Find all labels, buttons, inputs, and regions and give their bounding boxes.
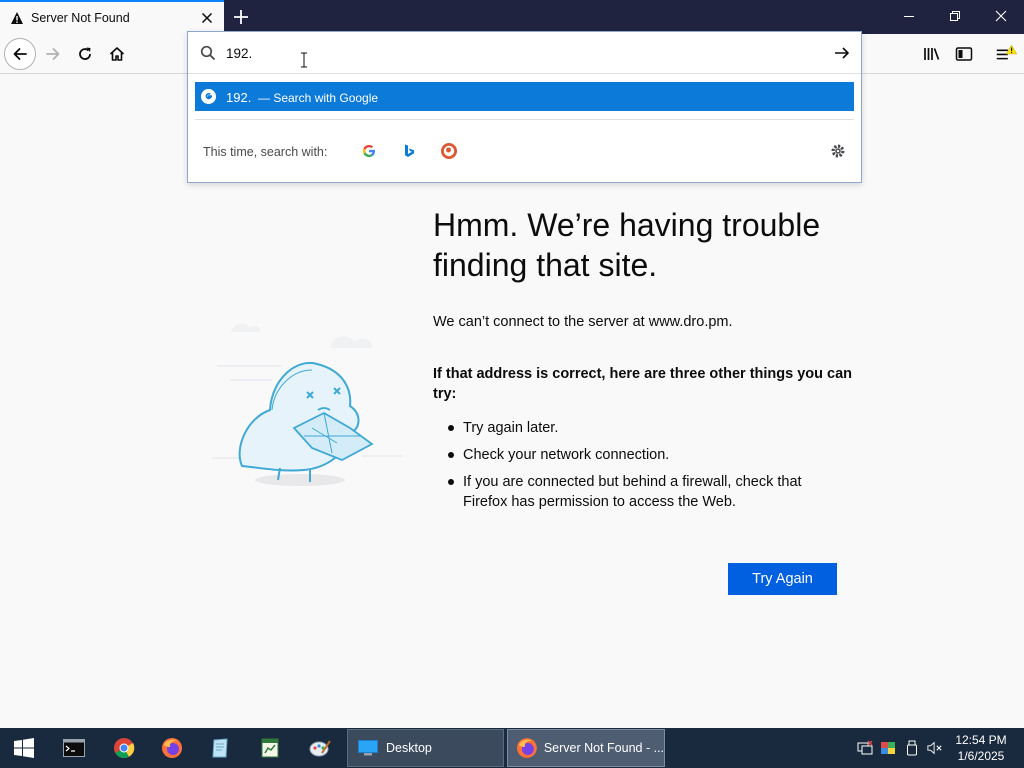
system-clock[interactable]: 12:54 PM 1/6/2025 — [950, 732, 1012, 764]
address-input-text[interactable]: 192. — [226, 46, 252, 61]
address-bar-dropdown: 192. 192. — Search with Google This time… — [187, 31, 862, 183]
reload-button[interactable] — [69, 38, 101, 70]
speaker-muted-icon — [927, 741, 942, 755]
tab-server-not-found[interactable]: Server Not Found — [0, 0, 224, 34]
spreadsheet-app[interactable] — [246, 728, 294, 768]
google-icon — [201, 89, 216, 104]
error-title: Hmm. We’re having trouble finding that s… — [433, 207, 821, 283]
tab-close-icon[interactable] — [199, 10, 215, 26]
one-off-search-label: This time, search with: — [203, 145, 328, 159]
title-bar: Server Not Found — [0, 0, 1024, 34]
hamburger-menu-icon — [996, 44, 1018, 60]
list-item: Try again later. — [448, 418, 838, 438]
try-again-button[interactable]: Try Again — [728, 563, 837, 595]
back-arrow-icon — [13, 48, 27, 60]
sidebar-toggle-button[interactable] — [952, 42, 976, 66]
taskbar-window-firefox[interactable]: Server Not Found - ... — [507, 729, 665, 767]
restore-icon — [950, 11, 960, 21]
home-button[interactable] — [101, 38, 133, 70]
search-engine-bing[interactable] — [400, 142, 418, 160]
clock-date: 1/6/2025 — [957, 749, 1005, 763]
sidebar-icon — [955, 47, 973, 61]
taskbar-window-label: Server Not Found - ... — [543, 741, 664, 755]
search-icon — [200, 45, 216, 61]
desktop-icon — [358, 740, 378, 756]
taskbar-window-label: Desktop — [386, 741, 432, 755]
menu-button[interactable] — [994, 42, 1018, 66]
usb-tray-icon[interactable] — [904, 740, 920, 756]
usb-drive-icon — [907, 740, 917, 756]
network-icon — [857, 740, 873, 755]
warning-icon — [11, 12, 23, 24]
chart-document-icon — [261, 738, 279, 758]
search-engine-google[interactable] — [360, 142, 378, 160]
back-button[interactable] — [4, 38, 36, 70]
library-icon — [924, 48, 940, 60]
chrome-icon — [114, 738, 135, 759]
firefox-icon — [516, 738, 537, 758]
error-message: We can’t connect to the server at www.dr… — [433, 314, 733, 330]
firefox-app[interactable] — [148, 728, 196, 768]
restore-button[interactable] — [932, 0, 978, 32]
library-button[interactable] — [920, 42, 944, 66]
suggestion-action-text: — Search with Google — [258, 91, 379, 105]
terminal-app[interactable] — [50, 728, 98, 768]
forward-arrow-icon — [46, 48, 60, 60]
list-item: If you are connected but behind a firewa… — [448, 472, 838, 512]
list-item: Check your network connection. — [448, 445, 838, 465]
color-tray-icon[interactable] — [880, 740, 896, 756]
search-settings-gear-icon[interactable] — [829, 142, 847, 160]
volume-tray-icon[interactable] — [927, 740, 943, 756]
home-icon — [109, 47, 125, 61]
divider — [195, 119, 854, 120]
go-arrow-icon[interactable] — [833, 44, 851, 62]
color-palette-icon — [881, 742, 895, 754]
clock-time: 12:54 PM — [955, 733, 1007, 747]
minimize-button[interactable] — [886, 0, 932, 32]
firefox-icon — [162, 738, 182, 758]
minimize-icon — [904, 16, 914, 17]
error-subtitle: If that address is correct, here are thr… — [433, 366, 853, 402]
close-icon — [995, 10, 1007, 22]
suggestion-typed-text: 192. — [226, 90, 252, 105]
network-tray-icon[interactable] — [857, 740, 873, 756]
taskbar: Desktop Server Not Found - ... 12:54 PM … — [0, 728, 1024, 768]
search-suggestion-row[interactable]: 192. — Search with Google — [195, 82, 854, 111]
notepad-icon — [212, 738, 228, 758]
suggestion-list: Try again later. Check your network conn… — [448, 418, 838, 519]
text-cursor-icon — [301, 52, 307, 68]
taskbar-window-desktop[interactable]: Desktop — [347, 729, 504, 767]
start-button[interactable] — [0, 728, 48, 768]
bing-icon — [405, 144, 414, 157]
terminal-icon — [63, 739, 85, 757]
error-illustration — [212, 318, 412, 493]
paint-app[interactable] — [296, 728, 344, 768]
new-tab-plus-icon[interactable] — [232, 8, 250, 26]
duckduckgo-icon — [441, 143, 457, 159]
file-explorer-app[interactable] — [196, 728, 244, 768]
paint-icon — [309, 740, 331, 757]
address-bar[interactable]: 192. — [188, 32, 861, 74]
search-engine-duckduckgo[interactable] — [440, 142, 458, 160]
forward-button[interactable] — [37, 38, 69, 70]
chrome-app[interactable] — [100, 728, 148, 768]
google-icon — [363, 145, 375, 157]
reload-icon — [79, 47, 91, 60]
tab-title: Server Not Found — [31, 11, 130, 25]
close-window-button[interactable] — [978, 0, 1024, 32]
windows-logo-icon — [14, 738, 34, 758]
